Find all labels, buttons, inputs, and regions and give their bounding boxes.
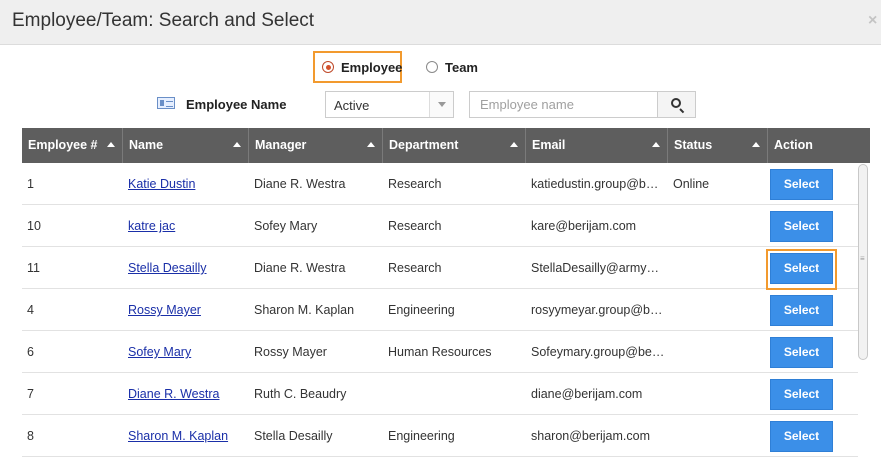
status-select-value: Active bbox=[334, 98, 370, 113]
close-icon[interactable]: × bbox=[868, 12, 877, 30]
cell-manager: Diane R. Westra bbox=[254, 261, 346, 275]
cell-department: Engineering bbox=[388, 303, 455, 317]
cell-status: Online bbox=[673, 177, 710, 191]
cell-name: Sofey Mary bbox=[123, 331, 249, 373]
cell-employee-num: 6 bbox=[27, 345, 34, 359]
table-row: 10 katre jac Sofey Mary Research kare@berija… bbox=[22, 205, 858, 247]
cell-manager: Rossy Mayer bbox=[254, 345, 327, 359]
cell-status bbox=[668, 205, 768, 247]
employee-name-label: Employee Name bbox=[186, 97, 287, 112]
select-button[interactable]: Select bbox=[770, 211, 833, 242]
cell-manager: Sharon M. Kaplan bbox=[254, 303, 355, 317]
select-button[interactable]: Select bbox=[770, 253, 833, 284]
cell-name: Diane R. Westra bbox=[123, 373, 249, 415]
employee-table: Employee # Name Manager Department Email… bbox=[22, 128, 870, 471]
cell-name: Katie Dustin bbox=[123, 163, 249, 205]
cell-employee-num: 11 bbox=[27, 261, 40, 275]
filter-row: Employee Name Active bbox=[0, 91, 881, 118]
id-card-icon bbox=[157, 97, 175, 109]
cell-employee-num: 7 bbox=[27, 387, 34, 401]
cell-department: Research bbox=[388, 261, 442, 275]
sort-up-icon bbox=[233, 142, 241, 147]
col-name[interactable]: Name bbox=[123, 128, 249, 163]
select-button[interactable]: Select bbox=[770, 337, 833, 368]
cell-employee-num: 10 bbox=[27, 219, 41, 233]
employee-name-input[interactable] bbox=[469, 91, 658, 118]
search-button[interactable] bbox=[657, 91, 696, 118]
cell-status bbox=[668, 247, 768, 289]
sort-up-icon bbox=[752, 142, 760, 147]
select-button[interactable]: Select bbox=[770, 421, 833, 452]
cell-manager: Stella Desailly bbox=[254, 429, 333, 443]
radio-unchecked-icon[interactable] bbox=[426, 61, 438, 73]
table-row: 11 Stella Desailly Diane R. Westra Research… bbox=[22, 247, 858, 290]
select-button[interactable]: Select bbox=[770, 169, 833, 200]
search-icon bbox=[671, 98, 681, 108]
cell-name: Rossy Mayer bbox=[123, 289, 249, 331]
cell-status bbox=[668, 415, 768, 457]
employee-name-link[interactable]: katre jac bbox=[128, 219, 175, 233]
cell-department: Human Resources bbox=[388, 345, 492, 359]
col-department[interactable]: Department bbox=[383, 128, 526, 163]
scrollbar-thumb[interactable] bbox=[858, 164, 868, 360]
sort-up-icon bbox=[510, 142, 518, 147]
employee-name-link[interactable]: Katie Dustin bbox=[128, 177, 195, 191]
cell-department: Research bbox=[388, 219, 442, 233]
cell-email: rosyymeyar.group@b… bbox=[531, 303, 663, 317]
sort-up-icon bbox=[367, 142, 375, 147]
cell-employee-num: 1 bbox=[27, 177, 34, 191]
cell-department: Research bbox=[388, 177, 442, 191]
col-manager[interactable]: Manager bbox=[249, 128, 383, 163]
employee-name-link[interactable]: Stella Desailly bbox=[128, 261, 207, 275]
status-select[interactable]: Active bbox=[325, 91, 454, 118]
cell-email: StellaDesailly@army… bbox=[531, 261, 659, 275]
employee-name-link[interactable]: Sofey Mary bbox=[128, 345, 191, 359]
col-email[interactable]: Email bbox=[526, 128, 668, 163]
table-scrollbar[interactable] bbox=[857, 164, 870, 471]
radio-checked-icon[interactable] bbox=[322, 61, 334, 73]
cell-email: katiedustin.group@b… bbox=[531, 177, 659, 191]
cell-email: kare@berijam.com bbox=[531, 219, 637, 233]
chevron-down-icon[interactable] bbox=[429, 92, 453, 117]
sort-up-icon bbox=[107, 142, 115, 147]
cell-manager: Ruth C. Beaudry bbox=[254, 387, 347, 401]
cell-manager: Sofey Mary bbox=[254, 219, 318, 233]
select-button[interactable]: Select bbox=[770, 295, 833, 326]
cell-name: Stella Desailly bbox=[123, 247, 249, 289]
dialog-titlebar: Employee/Team: Search and Select × bbox=[0, 0, 881, 45]
cell-status bbox=[668, 289, 768, 331]
table-row: 6 Sofey Mary Rossy Mayer Human Resources Sof… bbox=[22, 331, 858, 373]
table-row: 4 Rossy Mayer Sharon M. Kaplan Engineering r… bbox=[22, 289, 858, 331]
cell-email: diane@berijam.com bbox=[531, 387, 643, 401]
col-employee-num[interactable]: Employee # bbox=[22, 128, 123, 163]
cell-department bbox=[383, 373, 526, 415]
employee-name-link[interactable]: Diane R. Westra bbox=[128, 387, 219, 401]
col-action: Action bbox=[774, 138, 813, 152]
cell-email: Sofeymary.group@be… bbox=[531, 345, 665, 359]
cell-employee-num: 4 bbox=[27, 303, 34, 317]
cell-manager: Diane R. Westra bbox=[254, 177, 346, 191]
table-header: Employee # Name Manager Department Email… bbox=[22, 128, 870, 163]
cell-department: Engineering bbox=[388, 429, 455, 443]
employee-name-link[interactable]: Sharon M. Kaplan bbox=[128, 429, 228, 443]
table-row: 8 Sharon M. Kaplan Stella Desailly Engineer… bbox=[22, 415, 858, 457]
sort-up-icon bbox=[652, 142, 660, 147]
cell-email: sharon@berijam.com bbox=[531, 429, 650, 443]
col-status[interactable]: Status bbox=[668, 128, 768, 163]
cell-status bbox=[668, 373, 768, 415]
radio-team-label: Team bbox=[445, 59, 478, 75]
mode-selector: Employee Team bbox=[0, 51, 881, 83]
table-row: 7 Diane R. Westra Ruth C. Beaudry diane@ber… bbox=[22, 373, 858, 415]
table-row: 1 Katie Dustin Diane R. Westra Research kati… bbox=[22, 163, 858, 205]
radio-team[interactable]: Team bbox=[426, 51, 478, 83]
select-button[interactable]: Select bbox=[770, 379, 833, 410]
dialog-title: Employee/Team: Search and Select bbox=[12, 10, 315, 31]
cell-name: Sharon M. Kaplan bbox=[123, 415, 249, 457]
cell-name: katre jac bbox=[123, 205, 249, 247]
cell-employee-num: 8 bbox=[27, 429, 34, 443]
cell-status bbox=[668, 331, 768, 373]
radio-employee-label: Employee bbox=[341, 59, 403, 75]
radio-employee[interactable]: Employee bbox=[313, 51, 402, 83]
employee-name-link[interactable]: Rossy Mayer bbox=[128, 303, 201, 317]
